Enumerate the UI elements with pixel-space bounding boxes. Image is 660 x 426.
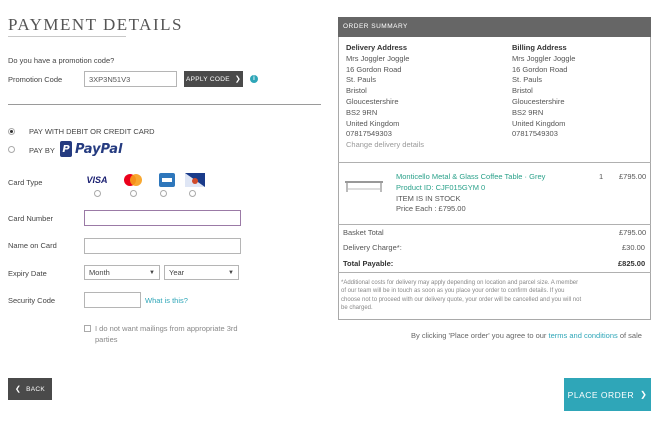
maestro-radio[interactable] [189,190,196,197]
mastercard-radio[interactable] [130,190,137,197]
place-order-button[interactable]: PLACE ORDER ❯ [564,378,651,411]
place-order-label: PLACE ORDER [567,389,635,400]
product-id: Product ID: CJF015GYM 0 [396,182,486,192]
paypal-label: PayPal [75,141,123,157]
marketing-text-1: I do not want mailings from appropriate … [95,324,238,333]
info-icon[interactable]: i [250,75,258,83]
delivery-line: 16 Gordon Road [346,64,402,74]
chevron-right-icon: ❯ [640,390,648,399]
pay-card-radio[interactable] [8,128,15,135]
page-title: PAYMENT DETAILS [8,15,183,34]
stock-status: ITEM IS IN STOCK [396,193,461,203]
change-delivery-link[interactable]: Change delivery details [346,140,424,151]
billing-line: 16 Gordon Road [512,64,568,74]
product-name-link[interactable]: Monticello Metal & Glass Coffee Table · … [396,172,545,183]
product-image [345,181,383,192]
billing-line: Mrs Joggler Joggle [512,53,576,63]
apply-code-label: APPLY CODE [185,75,230,83]
delivery-line: Bristol [346,86,367,96]
basket-total-label: Basket Total [343,228,384,237]
amex-radio[interactable] [160,190,167,197]
delivery-title: Delivery Address [346,43,408,52]
price-each: Price Each : £795.00 [396,204,466,214]
visa-radio[interactable] [94,190,101,197]
card-type-label: Card Type [8,178,43,187]
summary-divider [338,272,651,273]
order-summary-header: ORDER SUMMARY [338,17,651,37]
delivery-line: 07817549303 [346,129,392,139]
chevron-down-icon: ▼ [228,269,234,276]
delivery-charge-label: Delivery Charge*: [343,243,402,252]
chevron-down-icon: ▼ [149,269,155,276]
maestro-icon [182,173,208,187]
marketing-text-2: parties [95,335,118,344]
visa-icon: VISA [86,175,108,185]
pay-card-label: PAY WITH DEBIT OR CREDIT CARD [29,127,155,136]
product-details: Monticello Metal & Glass Coffee Table · … [396,172,545,215]
expiry-month-select[interactable]: Month ▼ [84,265,160,280]
delivery-address: Delivery Address Mrs Joggler Joggle 16 G… [346,43,424,151]
back-label: BACK [26,385,46,393]
agree-prefix: By clicking 'Place order' you agree to o… [411,331,547,340]
paypal-icon: P [60,141,72,157]
title-underline [8,36,126,37]
summary-divider [338,162,651,163]
promo-label: Promotion Code [8,75,63,84]
billing-line: Gloucestershire [512,96,565,106]
basket-total-value: £795.00 [619,228,647,237]
billing-line: Bristol [512,86,533,96]
card-number-field[interactable] [84,210,241,226]
delivery-charge-value: £30.00 [622,243,645,252]
billing-line: 07817549303 [512,129,558,139]
billing-line: St. Pauls [512,75,543,85]
section-divider [8,104,321,105]
name-on-card-field[interactable] [84,238,241,254]
apply-code-button[interactable]: APPLY CODE ❯ [184,71,243,87]
summary-divider [338,224,651,225]
total-payable-value: £825.00 [618,259,646,268]
mastercard-icon [120,173,146,187]
marketing-checkbox[interactable] [84,325,91,332]
terms-link[interactable]: terms and conditions [549,331,618,340]
promo-question: Do you have a promotion code? [8,56,115,65]
billing-title: Billing Address [512,43,567,52]
what-is-this-link[interactable]: What is this? [145,296,188,305]
product-line-total: £795.00 [619,172,647,181]
chevron-left-icon: ❮ [14,386,22,393]
back-button[interactable]: ❮ BACK [8,378,52,400]
delivery-line: United Kingdom [346,118,400,128]
chevron-right-icon: ❯ [234,76,242,83]
delivery-line: Mrs Joggler Joggle [346,53,410,63]
pay-by-label: PAY BY [29,146,55,155]
paypal-logo[interactable]: P PayPal [60,141,122,157]
amex-icon [154,173,180,187]
year-value: Year [169,268,185,277]
billing-line: BS2 9RN [512,107,544,117]
expiry-year-select[interactable]: Year ▼ [164,265,239,280]
name-on-card-label: Name on Card [8,241,57,250]
promo-code-input[interactable] [84,71,177,87]
note-line: be charged. [341,305,373,312]
note-line: of our team will be in touch as soon as … [341,288,565,295]
card-number-label: Card Number [8,214,54,223]
delivery-line: BS2 9RN [346,107,378,117]
billing-line: United Kingdom [512,118,566,128]
delivery-note: *Additional costs for delivery may apply… [341,279,647,313]
total-payable-label: Total Payable: [343,259,394,268]
terms-agreement: By clicking 'Place order' you agree to o… [411,331,642,340]
delivery-line: Gloucestershire [346,96,399,106]
month-value: Month [89,268,110,277]
expiry-label: Expiry Date [8,269,47,278]
product-qty: 1 [599,172,604,181]
delivery-line: St. Pauls [346,75,377,85]
note-line: choose not to proceed with our delivery … [341,296,582,303]
billing-address: Billing Address Mrs Joggler Joggle 16 Go… [512,43,575,140]
security-label: Security Code [8,296,56,305]
pay-paypal-radio[interactable] [8,146,15,153]
agree-suffix: of sale [619,331,642,340]
note-line: *Additional costs for delivery may apply… [341,280,579,286]
security-code-field[interactable] [84,292,141,308]
